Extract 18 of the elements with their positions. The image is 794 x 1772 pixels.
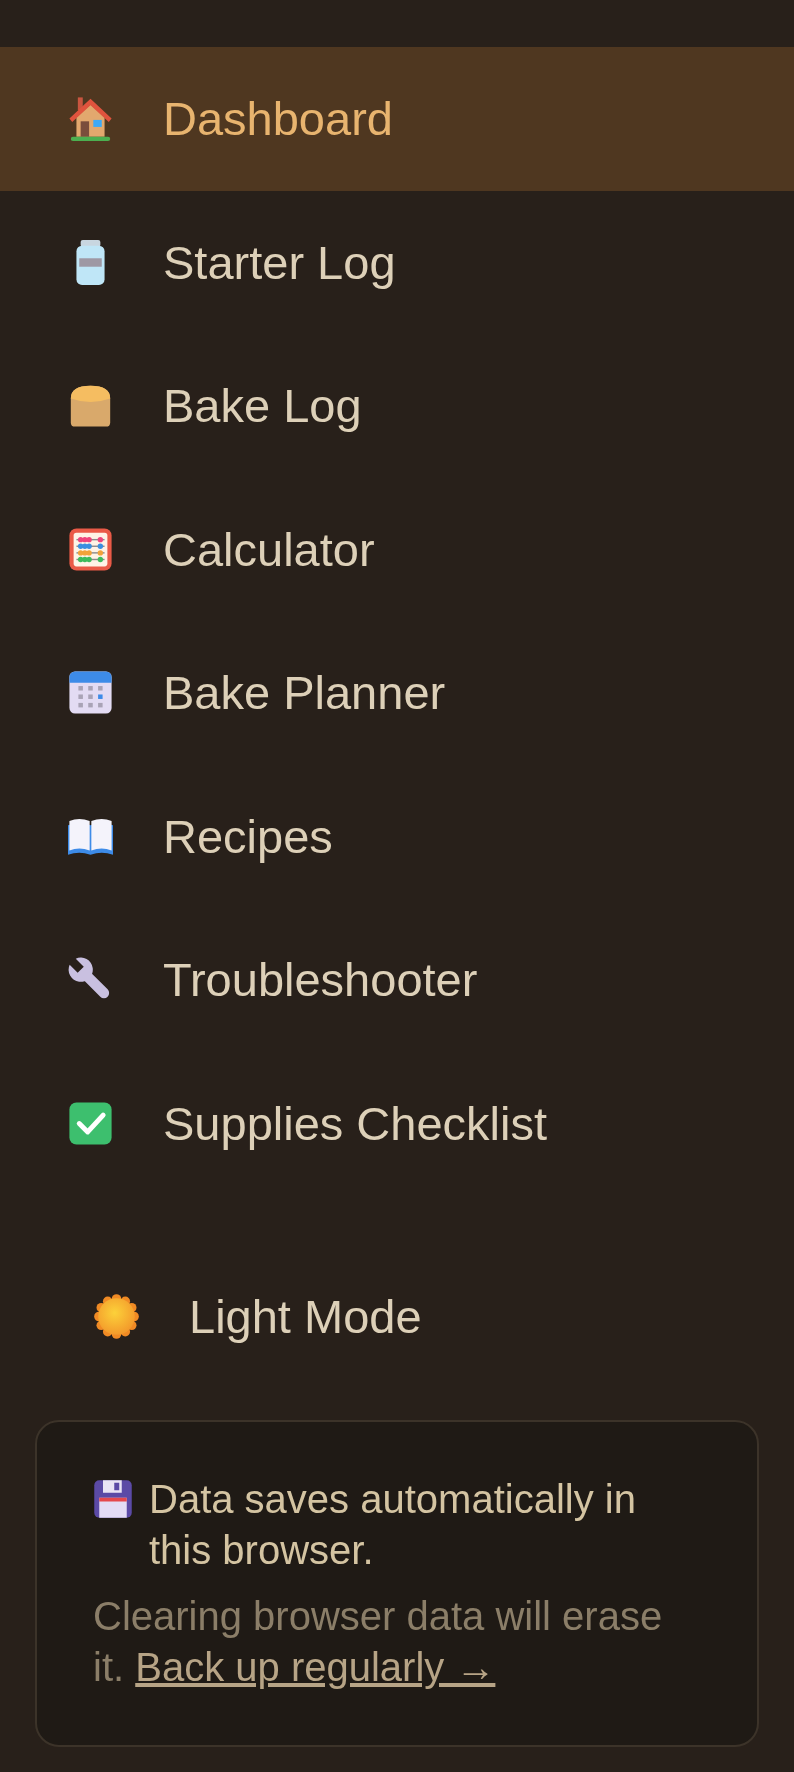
nav-item[interactable]: Troubleshooter — [0, 908, 794, 1052]
bread-icon — [68, 383, 113, 429]
info-note: Clearing browser data will erase it. Back up regularly → — [93, 1593, 664, 1691]
check-box-icon — [68, 1100, 113, 1146]
nav-item[interactable]: Dashboard — [0, 47, 794, 191]
nav-item[interactable]: Starter Log — [0, 190, 794, 334]
info-message: Data saves automatically in this browser. — [149, 1476, 637, 1574]
theme-toggle-button[interactable]: Light Mode — [68, 1245, 448, 1388]
sun-icon — [94, 1294, 139, 1339]
calendar-icon — [68, 670, 113, 716]
abacus-icon — [68, 526, 113, 572]
backup-link[interactable]: Back up regularly → — [135, 1645, 496, 1689]
nav-item[interactable]: Bake Planner — [0, 621, 794, 765]
house-icon — [68, 96, 113, 142]
nav-item[interactable]: Bake Log — [0, 334, 794, 478]
nav-item[interactable]: Calculator — [0, 477, 794, 621]
nav-item[interactable]: Recipes — [0, 764, 794, 908]
nav-item[interactable]: Supplies Checklist — [0, 1051, 794, 1195]
